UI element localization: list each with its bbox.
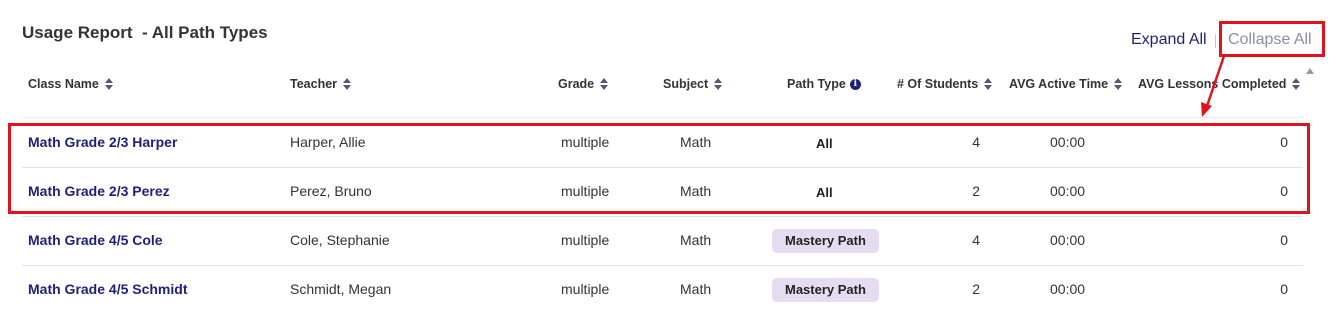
column-header-path-type: Path Type i bbox=[787, 77, 861, 91]
subject-cell: Math bbox=[680, 281, 712, 297]
collapse-all-highlight-box bbox=[1219, 21, 1325, 57]
table-row: Math Grade 4/5 Cole Cole, Stephanie mult… bbox=[22, 216, 1303, 266]
sort-arrows-icon[interactable] bbox=[1114, 78, 1123, 90]
students-cell: 2 bbox=[972, 281, 980, 297]
scroll-up-arrow-icon[interactable] bbox=[1306, 68, 1314, 74]
sort-arrows-icon[interactable] bbox=[1292, 78, 1301, 90]
info-icon[interactable]: i bbox=[849, 78, 861, 90]
column-header-subject[interactable]: Subject bbox=[663, 77, 723, 91]
column-header-teacher[interactable]: Teacher bbox=[290, 77, 352, 91]
column-header-label: Class Name bbox=[28, 77, 99, 91]
page-title: Usage Report - All Path Types bbox=[22, 23, 268, 42]
expand-all-link[interactable]: Expand All bbox=[1131, 31, 1207, 49]
sort-arrows-icon[interactable] bbox=[714, 78, 723, 90]
sort-arrows-icon[interactable] bbox=[600, 78, 609, 90]
column-header-class-name[interactable]: Class Name bbox=[28, 77, 113, 91]
teacher-cell: Schmidt, Megan bbox=[290, 281, 392, 297]
column-header-avg-lessons-completed[interactable]: AVG Lessons Completed bbox=[1138, 77, 1301, 91]
sort-arrows-icon[interactable] bbox=[984, 78, 993, 90]
path-type-badge: Mastery Path bbox=[772, 229, 879, 253]
column-header-label: Teacher bbox=[290, 77, 338, 91]
link-separator bbox=[1215, 34, 1216, 48]
class-name-link[interactable]: Math Grade 4/5 Cole bbox=[28, 232, 163, 248]
grade-cell: multiple bbox=[561, 232, 610, 248]
path-type-badge: Mastery Path bbox=[772, 278, 879, 302]
teacher-cell: Cole, Stephanie bbox=[290, 232, 390, 248]
avg-active-time-cell: 00:00 bbox=[1050, 281, 1086, 297]
column-header-label: Path Type bbox=[787, 77, 846, 91]
column-header-label: AVG Lessons Completed bbox=[1138, 77, 1287, 91]
students-cell: 4 bbox=[972, 232, 980, 248]
column-header-label: Grade bbox=[558, 77, 595, 91]
sort-arrows-icon[interactable] bbox=[343, 78, 352, 90]
column-header-avg-active-time[interactable]: AVG Active Time bbox=[1009, 77, 1123, 91]
avg-lessons-completed-cell: 0 bbox=[1280, 232, 1288, 248]
grade-cell: multiple bbox=[561, 281, 610, 297]
column-header-students[interactable]: # Of Students bbox=[897, 77, 993, 91]
table-row: Math Grade 4/5 Schmidt Schmidt, Megan mu… bbox=[22, 265, 1303, 314]
column-header-label: # Of Students bbox=[897, 77, 979, 91]
avg-active-time-cell: 00:00 bbox=[1050, 232, 1086, 248]
sort-arrows-icon[interactable] bbox=[104, 78, 113, 90]
rows-highlight-box bbox=[8, 123, 1310, 214]
column-header-grade[interactable]: Grade bbox=[558, 77, 609, 91]
column-header-label: AVG Active Time bbox=[1009, 77, 1109, 91]
subject-cell: Math bbox=[680, 232, 712, 248]
class-name-link[interactable]: Math Grade 4/5 Schmidt bbox=[28, 281, 187, 297]
column-header-label: Subject bbox=[663, 77, 709, 91]
avg-lessons-completed-cell: 0 bbox=[1280, 281, 1288, 297]
